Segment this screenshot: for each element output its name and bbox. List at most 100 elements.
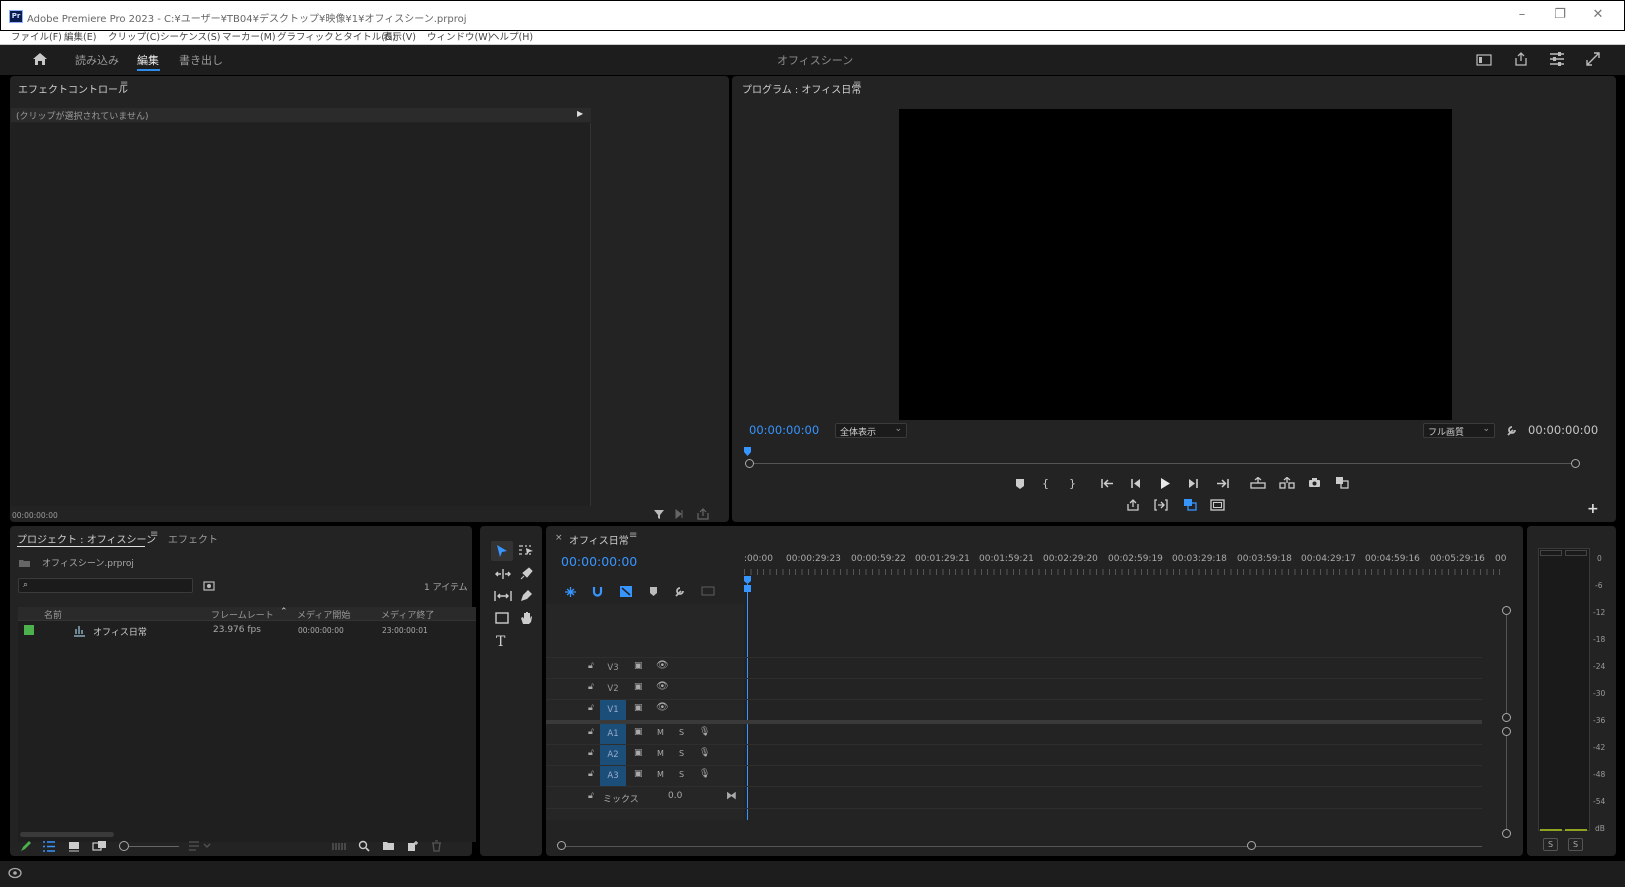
- export-frame-icon[interactable]: [697, 508, 709, 520]
- sync-lock-icon[interactable]: ▣: [634, 748, 643, 758]
- icon-view-icon[interactable]: [68, 841, 80, 852]
- col-media-end[interactable]: メディア終了: [381, 608, 434, 621]
- step-forward-icon[interactable]: [1188, 478, 1199, 489]
- microphone-icon[interactable]: 🎙︎: [699, 727, 710, 737]
- video-vscroll-track[interactable]: [1506, 610, 1507, 718]
- lock-icon[interactable]: 🔓︎: [588, 703, 594, 713]
- zoom-slider-handle[interactable]: [119, 841, 129, 851]
- mark-out-icon[interactable]: }: [1069, 477, 1076, 490]
- lock-icon[interactable]: 🔓︎: [588, 748, 594, 758]
- lock-icon[interactable]: 🔓︎: [588, 682, 594, 692]
- zoom-slider-track[interactable]: [129, 846, 179, 847]
- play-triangle-icon[interactable]: ▶: [577, 109, 583, 118]
- sync-lock-icon[interactable]: ▣: [634, 661, 643, 671]
- playhead-timecode[interactable]: 00:00:00:00: [749, 423, 819, 437]
- new-item-icon[interactable]: [407, 840, 419, 852]
- track-select-tool-icon[interactable]: [518, 545, 534, 556]
- scrub-bar[interactable]: [750, 463, 1576, 464]
- extract-icon[interactable]: [1279, 477, 1295, 489]
- automate-to-sequence-icon[interactable]: [332, 842, 346, 851]
- tab-import[interactable]: 読み込み: [75, 52, 119, 68]
- panel-layout-icon[interactable]: [1476, 53, 1492, 67]
- safe-margins-icon[interactable]: [1210, 499, 1225, 511]
- step-back-icon[interactable]: [1130, 478, 1141, 489]
- go-to-out-icon[interactable]: [1216, 478, 1229, 489]
- comparison-view-icon[interactable]: [1335, 476, 1349, 489]
- new-bin-icon[interactable]: [382, 841, 395, 851]
- workspaces-menu-icon[interactable]: [1549, 52, 1565, 66]
- list-view-icon[interactable]: [42, 841, 56, 852]
- play-icon[interactable]: [1160, 477, 1171, 490]
- solo-right-button[interactable]: S: [1568, 838, 1583, 851]
- microphone-icon[interactable]: 🎙︎: [699, 748, 710, 758]
- lock-icon[interactable]: 🔓︎: [588, 661, 594, 671]
- rectangle-tool-icon[interactable]: [495, 612, 509, 624]
- trash-icon[interactable]: [431, 840, 442, 852]
- lock-icon[interactable]: 🔓︎: [588, 769, 594, 779]
- menu-icon[interactable]: ≡: [150, 529, 158, 540]
- table-row[interactable]: オフィス日常 23.976 fps 00:00:00:00 23:00:00:0…: [18, 622, 476, 640]
- button-editor-plus-icon[interactable]: +: [1587, 501, 1599, 517]
- col-framerate[interactable]: フレームレート: [211, 608, 274, 621]
- share-icon[interactable]: [1513, 51, 1529, 67]
- vscroll-handle[interactable]: [1502, 713, 1511, 722]
- vscroll-handle[interactable]: [1502, 727, 1511, 736]
- ripple-edit-tool-icon[interactable]: [495, 568, 511, 580]
- menu-graphics[interactable]: グラフィックとタイトル(G): [277, 31, 396, 45]
- hscroll-handle-right[interactable]: [1247, 841, 1256, 850]
- insert-icon[interactable]: [1127, 499, 1139, 511]
- minimize-button[interactable]: –: [1508, 5, 1536, 25]
- track-label-v3[interactable]: V3: [600, 658, 626, 678]
- project-tab[interactable]: プロジェクト : オフィスシーン: [17, 531, 156, 546]
- find-icon[interactable]: [358, 840, 370, 852]
- zoom-select[interactable]: 全体表示 ⌄: [835, 423, 907, 438]
- mute-button[interactable]: M: [657, 770, 664, 779]
- scroll-handle-right[interactable]: [1571, 459, 1580, 468]
- menu-sequence[interactable]: シーケンス(S): [160, 31, 220, 45]
- fullscreen-icon[interactable]: [1586, 52, 1600, 66]
- track-label-a3[interactable]: A3: [600, 766, 626, 786]
- search-input[interactable]: ⌕: [18, 578, 193, 593]
- lift-icon[interactable]: [1250, 477, 1266, 489]
- menu-help[interactable]: ヘルプ(H): [490, 31, 533, 45]
- menu-icon[interactable]: ≡: [629, 530, 637, 541]
- menu-marker[interactable]: マーカー(M): [222, 31, 276, 45]
- multi-camera-icon[interactable]: [1183, 498, 1197, 511]
- effects-tab[interactable]: エフェクト: [168, 531, 218, 546]
- wrench-icon[interactable]: [1506, 424, 1518, 436]
- menu-icon[interactable]: ≡: [853, 79, 861, 90]
- pencil-icon[interactable]: [20, 840, 32, 852]
- menu-file[interactable]: ファイル(F): [11, 31, 62, 45]
- close-tab-icon[interactable]: ×: [555, 533, 563, 543]
- timeline-hscroll-track[interactable]: [562, 846, 1482, 847]
- close-button[interactable]: ✕: [1584, 5, 1612, 25]
- mark-in-icon[interactable]: {: [1042, 477, 1049, 490]
- col-media-start[interactable]: メディア開始: [297, 608, 350, 621]
- slip-tool-icon[interactable]: [494, 590, 512, 602]
- hand-tool-icon[interactable]: [520, 611, 533, 625]
- quality-select[interactable]: フル画質 ⌄: [1423, 423, 1495, 438]
- solo-button[interactable]: S: [679, 770, 684, 779]
- home-icon[interactable]: [32, 52, 48, 66]
- menu-clip[interactable]: クリップ(C): [108, 31, 160, 45]
- selection-tool-icon[interactable]: [496, 544, 508, 558]
- go-to-in-icon[interactable]: [1101, 478, 1114, 489]
- mute-button[interactable]: M: [657, 728, 664, 737]
- camera-icon[interactable]: [1308, 477, 1321, 488]
- track-label-v2[interactable]: V2: [600, 679, 626, 699]
- menu-view[interactable]: 表示(V): [383, 31, 416, 45]
- solo-button[interactable]: S: [679, 728, 684, 737]
- eye-icon[interactable]: 👁︎: [656, 681, 669, 692]
- col-name[interactable]: 名前: [44, 608, 62, 621]
- tab-export[interactable]: 書き出し: [179, 52, 223, 68]
- creative-cloud-icon[interactable]: [8, 867, 22, 879]
- label-color-swatch[interactable]: [24, 625, 34, 635]
- track-label-a2[interactable]: A2: [600, 745, 626, 765]
- razor-tool-icon[interactable]: [520, 567, 533, 580]
- mute-button[interactable]: M: [657, 749, 664, 758]
- horizontal-scrollbar[interactable]: [20, 832, 114, 837]
- sync-lock-icon[interactable]: ▣: [634, 682, 643, 692]
- solo-left-button[interactable]: S: [1543, 838, 1558, 851]
- type-tool-icon[interactable]: T: [496, 634, 505, 650]
- sync-lock-icon[interactable]: ▣: [634, 727, 643, 737]
